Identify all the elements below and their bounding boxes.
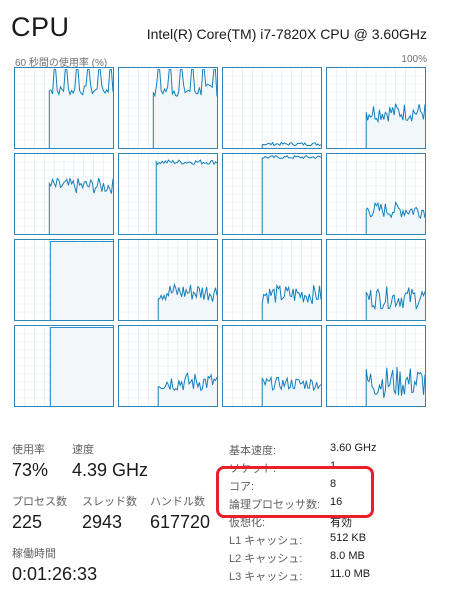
graph-usage-area [50,241,113,320]
detail-label-l2-cache: L2 キャッシュ: [229,553,303,565]
logical-processor-graph [14,153,114,235]
detail-value-l2-cache: 8.0 MB [330,550,365,562]
logical-processor-graph [14,67,114,149]
processes-label: プロセス数 [12,496,67,508]
logical-processor-graph [222,239,322,321]
highlight-annotation [216,466,374,518]
logical-processor-graph [14,325,114,407]
detail-value-base-speed: 3.60 GHz [330,442,377,454]
logical-processor-graph [118,239,218,321]
graph-usage-area [50,327,113,406]
logical-processor-graph [118,67,218,149]
detail-value-l1-cache: 512 KB [330,532,367,544]
cpu-title: CPU [11,12,70,42]
uptime-value: 0:01:26:33 [12,564,98,584]
logical-processor-graph [326,67,426,149]
logical-processor-graph [326,239,426,321]
usage-value: 73% [12,460,49,480]
threads-label: スレッド数 [82,496,137,508]
logical-processor-graph [118,153,218,235]
detail-value-l3-cache: 11.0 MB [330,568,371,580]
logical-processor-graph [326,325,426,407]
logical-processor-graph [222,153,322,235]
detail-label-l3-cache: L3 キャッシュ: [229,571,303,583]
graph-usage-area [366,103,425,148]
logical-processor-graph [222,325,322,407]
logical-processor-graph [14,239,114,321]
logical-processor-graph [326,153,426,235]
graph-axis-max-label: 100% [401,54,427,65]
uptime-label: 稼働時間 [12,548,56,560]
logical-processor-graph-grid [14,67,426,409]
speed-label: 速度 [72,444,94,456]
graph-usage-area [262,155,321,234]
threads-value: 2943 [82,512,123,532]
usage-label: 使用率 [12,444,45,456]
logical-processor-graph [118,325,218,407]
detail-label-l1-cache: L1 キャッシュ: [229,535,303,547]
processor-name: Intel(R) Core(TM) i7-7820X CPU @ 3.60GHz [146,26,427,42]
graph-usage-area [49,178,113,234]
cpu-details-panel: 基本速度: 3.60 GHz ソケット: 1 コア: 8 論理プロセッサ数: 1… [229,437,439,602]
logical-processor-graph [222,67,322,149]
processes-value: 225 [12,512,43,532]
graph-usage-area [156,160,217,234]
detail-label-base-speed: 基本速度: [229,445,277,457]
cpu-stats-panel: 使用率 速度 73% 4.39 GHz プロセス数 スレッド数 ハンドル数 22… [12,437,222,602]
handles-value: 617720 [150,512,211,532]
speed-value: 4.39 GHz [72,460,149,480]
handles-label: ハンドル数 [150,496,205,508]
